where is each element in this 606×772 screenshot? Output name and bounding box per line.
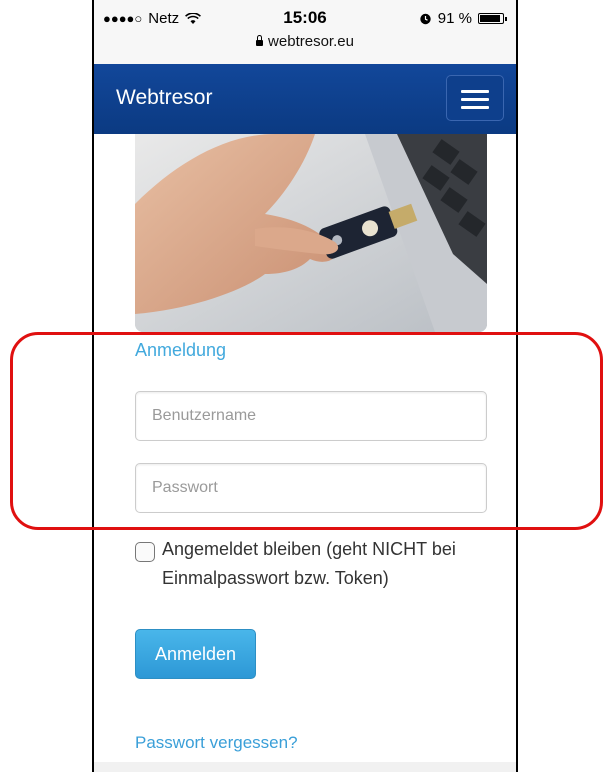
status-right: 91 % <box>419 10 507 27</box>
lock-icon <box>256 35 264 46</box>
url-text: webtresor.eu <box>268 33 354 50</box>
username-input[interactable] <box>135 391 487 441</box>
hamburger-icon <box>461 90 489 93</box>
menu-toggle-button[interactable] <box>446 75 504 121</box>
status-bar: ●●●●○ Netz 15:06 91 % webtresor.eu <box>94 0 516 64</box>
phone-screen: ●●●●○ Netz 15:06 91 % webtresor.eu Webtr… <box>92 0 518 772</box>
hamburger-icon <box>461 98 489 101</box>
battery-percent: 91 % <box>437 10 472 27</box>
remember-me-checkbox[interactable] <box>135 542 155 562</box>
address-bar[interactable]: webtresor.eu <box>94 33 516 50</box>
password-input[interactable] <box>135 463 487 513</box>
login-heading: Anmeldung <box>135 340 227 360</box>
battery-icon <box>478 13 507 24</box>
forgot-password-link[interactable]: Passwort vergessen? <box>135 733 298 753</box>
hero-image <box>135 134 487 332</box>
navbar: Webtresor <box>94 64 516 134</box>
alarm-icon <box>420 13 431 25</box>
remember-me-label[interactable]: Angemeldet bleiben (geht NICHT bei Einma… <box>162 535 495 593</box>
security-key-photo <box>135 134 487 332</box>
battery-fill <box>480 15 501 22</box>
hamburger-icon <box>461 106 489 109</box>
login-button[interactable]: Anmelden <box>135 629 256 679</box>
brand-link[interactable]: Webtresor <box>116 86 212 110</box>
remember-me-row[interactable]: Angemeldet bleiben (geht NICHT bei Einma… <box>135 539 495 593</box>
bottom-strip <box>94 762 516 772</box>
